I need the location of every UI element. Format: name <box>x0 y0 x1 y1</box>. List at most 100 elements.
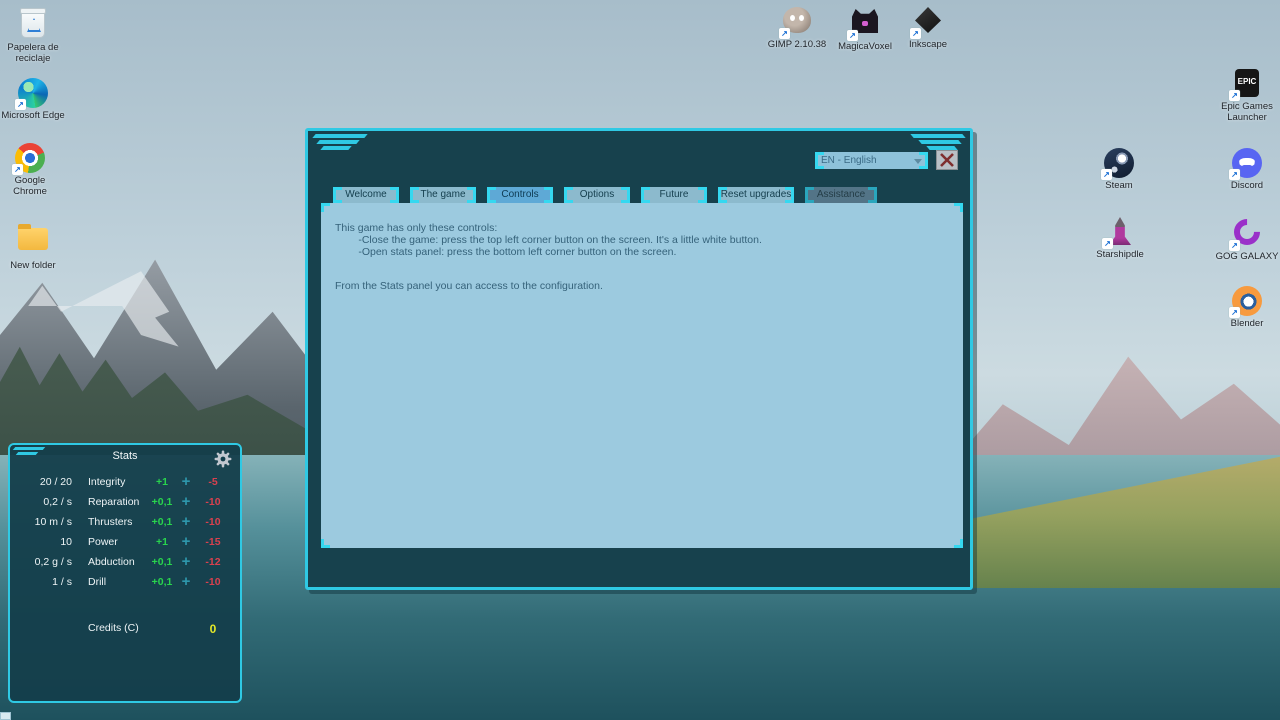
stat-gain: +1 <box>143 536 181 548</box>
desktop-icon-discord[interactable]: Discord <box>1214 148 1280 192</box>
stat-value: 0,2 / s <box>10 496 72 508</box>
language-select[interactable]: EN - English <box>815 152 928 169</box>
settings-gear-icon[interactable] <box>214 450 232 468</box>
desktop-icon-label: MagicaVoxel <box>832 42 898 53</box>
stat-label: Power <box>88 536 118 548</box>
credits-label: Credits (C) <box>88 622 139 634</box>
desktop-icon-label: Papelera de reciclaje <box>0 43 66 64</box>
window-corner-decoration <box>910 134 965 138</box>
desktop-icon-label: GIMP 2.10.38 <box>764 40 830 51</box>
open-stats-panel-button[interactable] <box>0 712 11 720</box>
desktop-icon-blender[interactable]: Blender <box>1214 286 1280 330</box>
stat-row-thrusters: 10 m / s Thrusters +0,1 + -10 <box>10 513 240 533</box>
desktop: Papelera de reciclaje Microsoft Edge Goo… <box>0 0 1280 720</box>
desktop-icon-label: New folder <box>0 261 66 272</box>
shortcut-arrow-icon <box>1229 307 1240 318</box>
stats-panel: Stats 20 / 20 Integrity +1 + -5 <box>8 443 242 703</box>
stat-label: Drill <box>88 576 106 588</box>
shortcut-arrow-icon <box>910 28 921 39</box>
content-line: -Open stats panel: press the bottom left… <box>335 247 949 259</box>
desktop-icon-label: Google Chrome <box>0 176 63 197</box>
shortcut-arrow-icon <box>1229 169 1240 180</box>
stat-gain: +0,1 <box>143 576 181 588</box>
tab-future[interactable]: Future <box>641 187 707 203</box>
buy-integrity-button[interactable]: + <box>177 473 195 490</box>
stat-value: 1 / s <box>10 576 72 588</box>
stat-label: Abduction <box>88 556 135 568</box>
stat-row-drill: 1 / s Drill +0,1 + -10 <box>10 573 240 593</box>
window-corner-decoration <box>312 134 367 138</box>
shortcut-arrow-icon <box>1102 238 1113 249</box>
desktop-icon-edge[interactable]: Microsoft Edge <box>0 78 66 122</box>
content-line: From the Stats panel you can access to t… <box>335 281 949 293</box>
desktop-icon-magicavoxel[interactable]: MagicaVoxel <box>832 5 898 53</box>
shortcut-arrow-icon <box>1101 169 1112 180</box>
tab-reset-upgrades[interactable]: Reset upgrades <box>718 187 794 203</box>
buy-thrusters-button[interactable]: + <box>177 513 195 530</box>
stat-row-integrity: 20 / 20 Integrity +1 + -5 <box>10 473 240 493</box>
stat-gain: +1 <box>143 476 181 488</box>
stat-value: 10 <box>10 536 72 548</box>
desktop-icon-gog-galaxy[interactable]: GOG GALAXY <box>1214 216 1280 263</box>
shortcut-arrow-icon <box>12 164 23 175</box>
tab-the-game[interactable]: The game <box>410 187 476 203</box>
shortcut-arrow-icon <box>779 28 790 39</box>
game-window: EN - English Welcome The game Controls O… <box>305 128 973 590</box>
desktop-icon-epic-games[interactable]: EPIC Epic Games Launcher <box>1214 68 1280 123</box>
stat-value: 10 m / s <box>10 516 72 528</box>
controls-tab-content: This game has only these controls: -Clos… <box>321 203 963 548</box>
buy-abduction-button[interactable]: + <box>177 553 195 570</box>
desktop-icon-label: GOG GALAXY <box>1214 252 1280 263</box>
credits-row: Credits (C) 0 <box>10 622 240 638</box>
desktop-icon-new-folder[interactable]: New folder <box>0 222 66 272</box>
tab-assistance[interactable]: Assistance <box>805 187 877 203</box>
buy-power-button[interactable]: + <box>177 533 195 550</box>
folder-icon <box>18 228 48 250</box>
close-x-icon <box>939 153 955 167</box>
desktop-icon-label: Steam <box>1086 181 1152 192</box>
desktop-icon-label: Inkscape <box>895 40 961 51</box>
language-select-value: EN - English <box>821 155 877 166</box>
close-window-button[interactable] <box>936 150 958 170</box>
desktop-icon-label: Epic Games Launcher <box>1214 102 1280 123</box>
desktop-icon-label: Discord <box>1214 181 1280 192</box>
stat-row-abduction: 0,2 g / s Abduction +0,1 + -12 <box>10 553 240 573</box>
buy-drill-button[interactable]: + <box>177 573 195 590</box>
desktop-icon-label: Starshipdle <box>1087 250 1153 261</box>
chevron-down-icon <box>914 159 922 164</box>
stat-cost: -15 <box>196 536 230 548</box>
desktop-icon-label: Blender <box>1214 319 1280 330</box>
shortcut-arrow-icon <box>847 30 858 41</box>
buy-reparation-button[interactable]: + <box>177 493 195 510</box>
stats-rows: 20 / 20 Integrity +1 + -5 0,2 / s Repara… <box>10 473 240 593</box>
content-line <box>335 259 949 281</box>
stat-cost: -10 <box>196 576 230 588</box>
desktop-icon-inkscape[interactable]: Inkscape <box>895 5 961 51</box>
desktop-icon-gimp[interactable]: GIMP 2.10.38 <box>764 5 830 51</box>
stat-gain: +0,1 <box>143 556 181 568</box>
credits-value: 0 <box>196 622 230 636</box>
tab-bar: Welcome The game Controls Options Future… <box>333 187 877 203</box>
window-corner-decoration <box>320 146 351 150</box>
stat-cost: -5 <box>196 476 230 488</box>
tab-options[interactable]: Options <box>564 187 630 203</box>
shortcut-arrow-icon <box>1229 90 1240 101</box>
stat-cost: -10 <box>196 496 230 508</box>
stat-gain: +0,1 <box>143 516 181 528</box>
desktop-icon-starshipdle[interactable]: Starshipdle <box>1087 216 1153 261</box>
stat-row-reparation: 0,2 / s Reparation +0,1 + -10 <box>10 493 240 513</box>
stats-panel-title: Stats <box>10 450 240 462</box>
desktop-icon-steam[interactable]: Steam <box>1086 148 1152 192</box>
desktop-icon-label: Microsoft Edge <box>0 111 66 122</box>
stat-gain: +0,1 <box>143 496 181 508</box>
stat-label: Thrusters <box>88 516 132 528</box>
stat-cost: -12 <box>196 556 230 568</box>
stat-cost: -10 <box>196 516 230 528</box>
desktop-icon-recycle-bin[interactable]: Papelera de reciclaje <box>0 8 66 64</box>
desktop-icon-chrome[interactable]: Google Chrome <box>0 143 63 197</box>
tab-controls[interactable]: Controls <box>487 187 553 203</box>
shortcut-arrow-icon <box>15 99 26 110</box>
stat-label: Integrity <box>88 476 125 488</box>
tab-welcome[interactable]: Welcome <box>333 187 399 203</box>
stat-value: 0,2 g / s <box>10 556 72 568</box>
